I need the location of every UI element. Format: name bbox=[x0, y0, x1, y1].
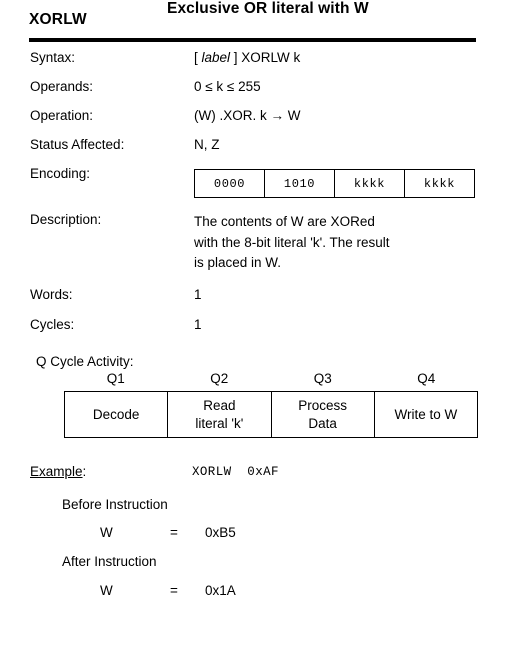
instruction-mnemonic: XORLW bbox=[29, 11, 87, 28]
datasheet-page: XORLW Exclusive OR literal with W Syntax… bbox=[0, 0, 520, 652]
q-cycle-table: Decode Read literal 'k' Process Data Wri… bbox=[64, 391, 478, 438]
description-line: is placed in W. bbox=[194, 255, 282, 270]
field-label-operands: Operands: bbox=[30, 79, 94, 94]
syntax-label-italic: label bbox=[201, 50, 231, 65]
q-cycle-activity-title: Q Cycle Activity: bbox=[36, 354, 134, 369]
q-cycle-cell-line: Read bbox=[203, 397, 236, 413]
field-label-operation: Operation: bbox=[30, 108, 94, 123]
field-value-syntax: [ label ] XORLW k bbox=[194, 50, 301, 65]
q-cycle-cell: Process Data bbox=[272, 392, 375, 437]
encoding-cell: 0000 bbox=[195, 170, 265, 197]
example-before-register: W bbox=[100, 525, 113, 540]
field-label-description: Description: bbox=[30, 212, 102, 227]
description-line: The contents of W are XORed bbox=[194, 214, 375, 229]
q-cycle-header: Q3 bbox=[313, 371, 332, 386]
example-code: XORLW 0xAF bbox=[192, 465, 279, 479]
example-after-register: W bbox=[100, 583, 113, 598]
q-cycle-cell: Write to W bbox=[375, 392, 477, 437]
field-label-syntax: Syntax: bbox=[30, 50, 76, 65]
encoding-cell: kkkk bbox=[423, 176, 456, 191]
example-after-value: 0x1A bbox=[205, 583, 236, 598]
encoding-cell: 1010 bbox=[265, 170, 335, 197]
q-cycle-cell-line: Decode bbox=[92, 406, 140, 422]
description-text: The contents of W are XORed with the 8-b… bbox=[194, 212, 456, 274]
q-cycle-cell-line: Write to W bbox=[394, 406, 458, 422]
q-cycle-header: Q4 bbox=[417, 371, 436, 386]
field-value-operation: (W) .XOR. k → W bbox=[194, 108, 301, 123]
q-cycle-header: Q1 bbox=[106, 371, 125, 386]
example-after-equals: = bbox=[170, 583, 178, 598]
field-value-status-affected: N, Z bbox=[194, 137, 220, 152]
encoding-table: 0000 1010 kkkk kkkk bbox=[194, 169, 475, 198]
example-before-value: 0xB5 bbox=[205, 525, 236, 540]
example-before-equals: = bbox=[170, 525, 178, 540]
field-label-words: Words: bbox=[30, 287, 73, 302]
q-cycle-cell: Decode bbox=[65, 392, 169, 437]
q-cycle-header: Q2 bbox=[210, 371, 229, 386]
example-before-heading: Before Instruction bbox=[62, 497, 168, 512]
field-value-words: 1 bbox=[194, 287, 202, 302]
q-cycle-cell: Read literal 'k' bbox=[168, 392, 272, 437]
example-label: Example: bbox=[30, 464, 87, 479]
description-line: with the 8-bit literal 'k'. The result bbox=[194, 234, 390, 250]
encoding-cell: kkkk bbox=[335, 170, 405, 197]
q-cycle-cell-line: literal 'k' bbox=[195, 415, 244, 431]
field-label-encoding: Encoding: bbox=[30, 166, 91, 181]
field-value-operands: 0 ≤ k ≤ 255 bbox=[194, 79, 261, 94]
example-after-heading: After Instruction bbox=[62, 554, 157, 569]
field-value-cycles: 1 bbox=[194, 317, 202, 332]
example-label-underlined: Example bbox=[30, 464, 83, 479]
field-label-status-affected: Status Affected: bbox=[30, 137, 125, 152]
q-cycle-cell-line: Process bbox=[298, 397, 348, 413]
instruction-title: Exclusive OR literal with W bbox=[167, 0, 369, 17]
q-cycle-cell-line: Data bbox=[308, 415, 337, 431]
q-cycle-header-row: Q1 Q2 Q3 Q4 bbox=[64, 371, 478, 386]
field-label-cycles: Cycles: bbox=[30, 317, 75, 332]
header-rule bbox=[29, 38, 476, 42]
